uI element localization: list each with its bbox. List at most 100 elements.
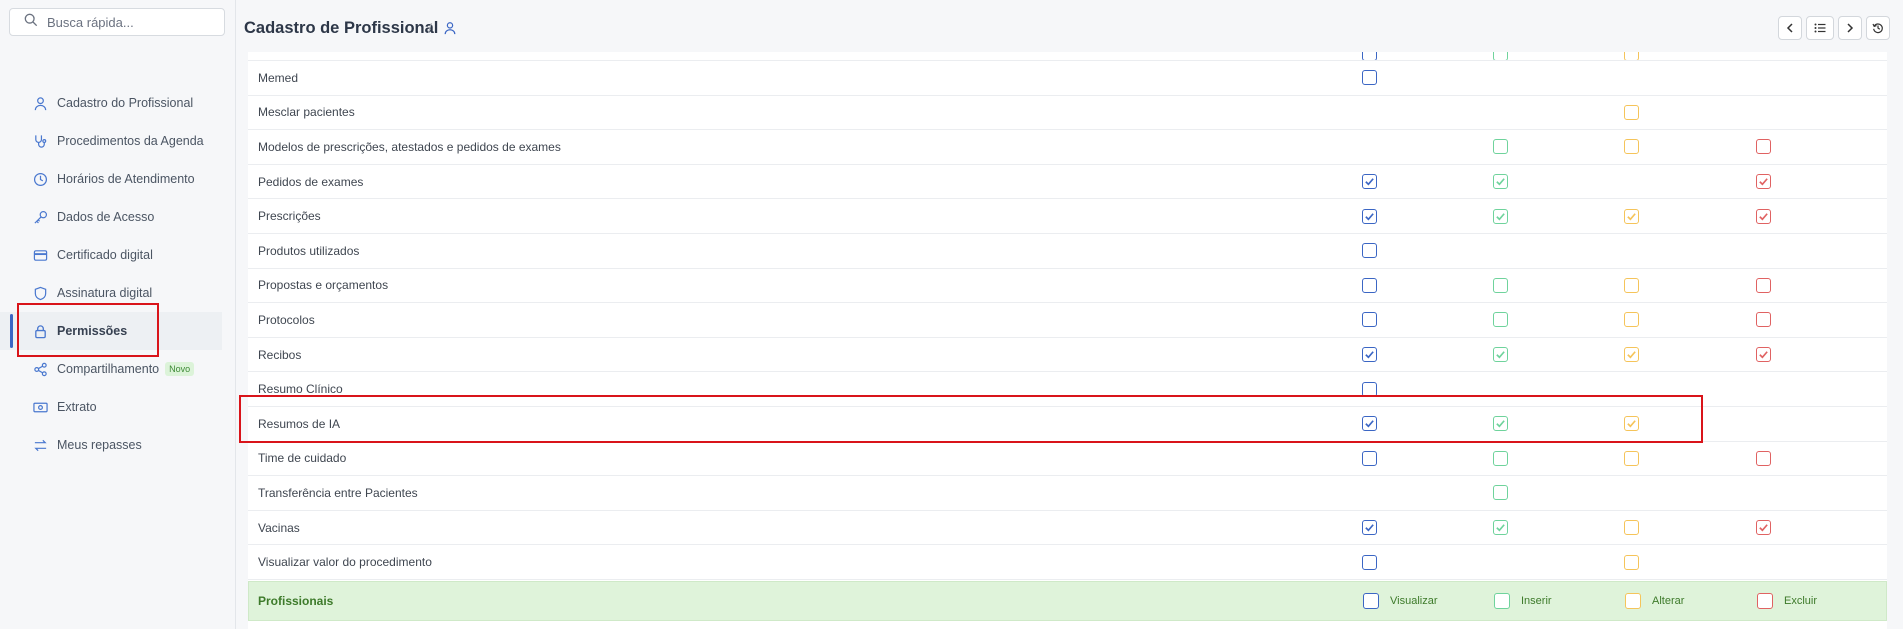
inserir-checkbox[interactable] [1493,52,1508,60]
visualizar-checkbox[interactable] [1362,243,1377,259]
excluir-checkbox[interactable] [1756,277,1771,293]
row-label: Resumo Clínico [258,382,343,397]
inserir-checkbox[interactable] [1493,485,1508,501]
table-row: Resumo Clínico [248,372,1887,407]
excluir-checkbox[interactable] [1756,520,1771,536]
lock-icon [33,324,48,339]
sidebar-item-extrato[interactable]: Extrato [0,388,222,426]
excluir-checkbox[interactable] [1756,347,1771,363]
doctor-icon[interactable] [443,21,457,35]
group-inserir-checkbox[interactable] [1494,593,1510,609]
visualizar-checkbox[interactable] [1362,208,1377,224]
group-alterar-checkbox[interactable] [1625,593,1641,609]
previous-button[interactable] [1778,16,1802,40]
visualizar-checkbox[interactable] [1362,52,1377,60]
row-label: Prescrições [258,209,321,224]
visualizar-checkbox[interactable] [1362,70,1377,86]
sidebar-item-horarios-de-atendimento[interactable]: Horários de Atendimento [0,160,222,198]
table-row: Vacinas [248,511,1887,546]
inserir-checkbox[interactable] [1493,347,1508,363]
legend-alterar: Alterar [1652,595,1685,607]
table-row: Time de cuidado [248,442,1887,477]
table-row: Pedidos de exames [248,165,1887,200]
sidebar-item-compartilhamento[interactable]: Compartilhamento Novo [0,350,222,388]
sidebar-item-cadastro-do-profissional[interactable]: Cadastro do Profissional [0,84,222,122]
inserir-checkbox[interactable] [1493,312,1508,328]
sidebar-item-label: Assinatura digital [57,286,153,300]
page-title: Cadastro de Profissional [244,19,439,37]
alterar-checkbox[interactable] [1624,139,1639,155]
inserir-checkbox[interactable] [1493,208,1508,224]
group-row-profissionais: Profissionais Visualizar Inserir Alterar… [248,581,1887,621]
check-icon [1365,212,1374,221]
alterar-checkbox[interactable] [1624,416,1639,432]
excluir-checkbox[interactable] [1756,139,1771,155]
row-label: Protocolos [258,312,315,327]
key-icon [33,210,48,225]
visualizar-checkbox[interactable] [1362,416,1377,432]
next-button[interactable] [1838,16,1862,40]
visualizar-checkbox[interactable] [1362,174,1377,190]
group-excluir-checkbox[interactable] [1757,593,1773,609]
excluir-checkbox[interactable] [1756,312,1771,328]
check-icon [1627,351,1636,359]
inserir-checkbox[interactable] [1493,139,1508,155]
row-label: Time de cuidado [258,451,347,466]
check-icon [1365,420,1374,428]
alterar-checkbox[interactable] [1624,520,1639,536]
sidebar-item-label: Permissões [57,324,128,338]
inserir-checkbox[interactable] [1493,416,1508,432]
visualizar-checkbox[interactable] [1362,347,1377,363]
alterar-checkbox[interactable] [1624,104,1639,120]
inserir-checkbox[interactable] [1493,450,1508,466]
check-icon [1365,351,1374,359]
visualizar-checkbox[interactable] [1362,554,1377,570]
sidebar-item-label: Dados de Acesso [57,210,155,224]
group-label: Profissionais [258,594,334,608]
excluir-checkbox[interactable] [1756,174,1771,190]
visualizar-checkbox[interactable] [1362,381,1377,397]
inserir-checkbox[interactable] [1493,520,1508,536]
sidebar-item-procedimentos-da-agenda[interactable]: Procedimentos da Agenda [0,122,222,160]
sidebar-item-assinatura-digital[interactable]: Assinatura digital [0,274,222,312]
sidebar-item-label: Horários de Atendimento [57,172,195,186]
transfer-icon [33,438,48,453]
history-button[interactable] [1866,16,1890,40]
inserir-checkbox[interactable] [1493,174,1508,190]
alterar-checkbox[interactable] [1624,277,1639,293]
sidebar-item-certificado-digital[interactable]: Certificado digital [0,236,222,274]
alterar-checkbox[interactable] [1624,554,1639,570]
breadcrumb-separator: / [428,20,432,36]
visualizar-checkbox[interactable] [1362,277,1377,293]
alterar-checkbox[interactable] [1624,312,1639,328]
search-box[interactable] [9,8,225,36]
sidebar-item-dados-de-acesso[interactable]: Dados de Acesso [0,198,222,236]
permissions-table: Memed Mesclar pacientes Modelos de prescri… [248,52,1887,629]
check-icon [1759,212,1768,221]
sidebar-item-meus-repasses[interactable]: Meus repasses [0,426,222,464]
alterar-checkbox[interactable] [1624,52,1639,60]
visualizar-checkbox[interactable] [1362,520,1377,536]
search-input[interactable] [47,14,207,30]
table-row: Propostas e orçamentos [248,269,1887,304]
alterar-checkbox[interactable] [1624,208,1639,224]
excluir-checkbox[interactable] [1756,450,1771,466]
check-icon [1365,524,1374,532]
visualizar-checkbox[interactable] [1362,450,1377,466]
sidebar-nav: Cadastro do Profissional Procedimentos da… [0,84,222,464]
sidebar-item-permissoes[interactable]: Permissões [0,312,222,350]
alterar-checkbox[interactable] [1624,347,1639,363]
check-icon [1759,351,1768,359]
visualizar-checkbox[interactable] [1362,312,1377,328]
row-label: Pedidos de exames [258,174,364,189]
table-row: Produtos utilizados [248,234,1887,269]
excluir-checkbox[interactable] [1756,208,1771,224]
inserir-checkbox[interactable] [1493,277,1508,293]
list-button[interactable] [1806,16,1834,40]
group-visualizar-checkbox[interactable] [1363,593,1379,609]
table-row: Transferência entre Pacientes [248,476,1887,511]
check-icon [1496,212,1505,221]
alterar-checkbox[interactable] [1624,450,1639,466]
row-label: Modelos de prescrições, atestados e pedi… [258,139,561,154]
sidebar-item-label: Certificado digital [57,248,153,262]
